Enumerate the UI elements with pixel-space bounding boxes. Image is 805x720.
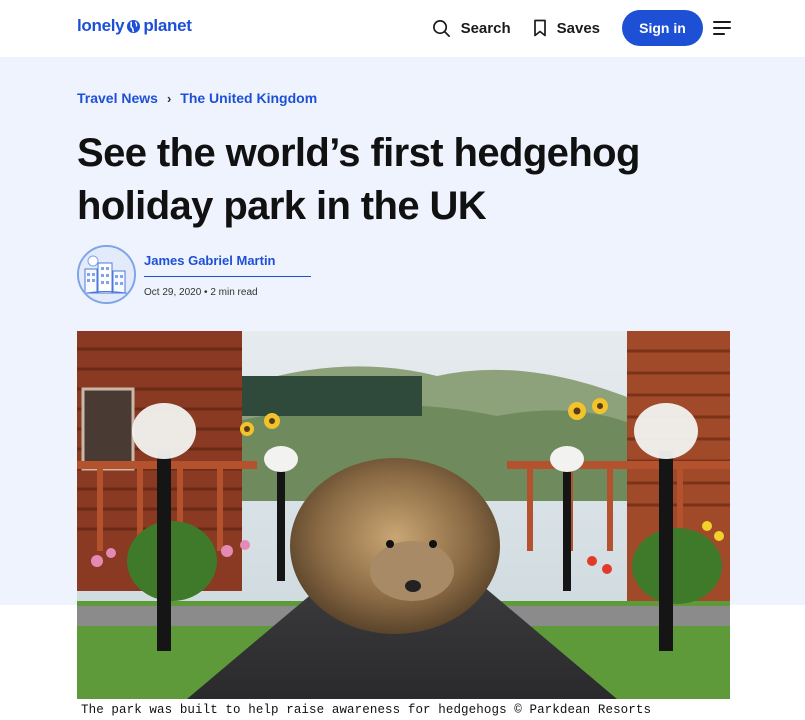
search-label: Search [460, 19, 511, 37]
breadcrumb-united-kingdom[interactable]: The United Kingdom [180, 90, 317, 106]
city-illustration-icon [79, 247, 134, 302]
hedgehog-holiday-park-photo [77, 331, 730, 699]
globe-icon [127, 19, 141, 33]
author-name-link[interactable]: James Gabriel Martin [144, 253, 311, 277]
site-header: lonely planet Search Saves Sign in [0, 0, 805, 57]
saves-button[interactable]: Saves [533, 19, 600, 37]
publish-date: Oct 29, 2020 • 2 min read [144, 287, 258, 298]
lonely-planet-logo[interactable]: lonely planet [77, 16, 192, 36]
image-caption: The park was built to help raise awarene… [81, 703, 652, 717]
logo-word-planet: planet [143, 16, 192, 35]
search-icon [432, 19, 450, 37]
breadcrumb: Travel News › The United Kingdom [77, 90, 317, 106]
sign-in-button[interactable]: Sign in [622, 10, 703, 46]
author-avatar[interactable] [77, 245, 136, 304]
search-button[interactable]: Search [432, 19, 511, 38]
chevron-right-icon: › [166, 90, 172, 106]
saves-label: Saves [556, 19, 600, 37]
photo-illustration [77, 331, 730, 699]
bookmark-icon [533, 19, 546, 37]
article-title: See the world’s first hedgehog holiday p… [77, 131, 640, 228]
breadcrumb-travel-news[interactable]: Travel News [77, 90, 158, 106]
header-nav: Search Saves Sign in [432, 10, 731, 46]
hamburger-menu-icon[interactable] [713, 21, 731, 35]
author-block: James Gabriel Martin Oct 29, 2020 • 2 mi… [77, 245, 311, 304]
logo-word-lonely: lonely [77, 16, 125, 35]
